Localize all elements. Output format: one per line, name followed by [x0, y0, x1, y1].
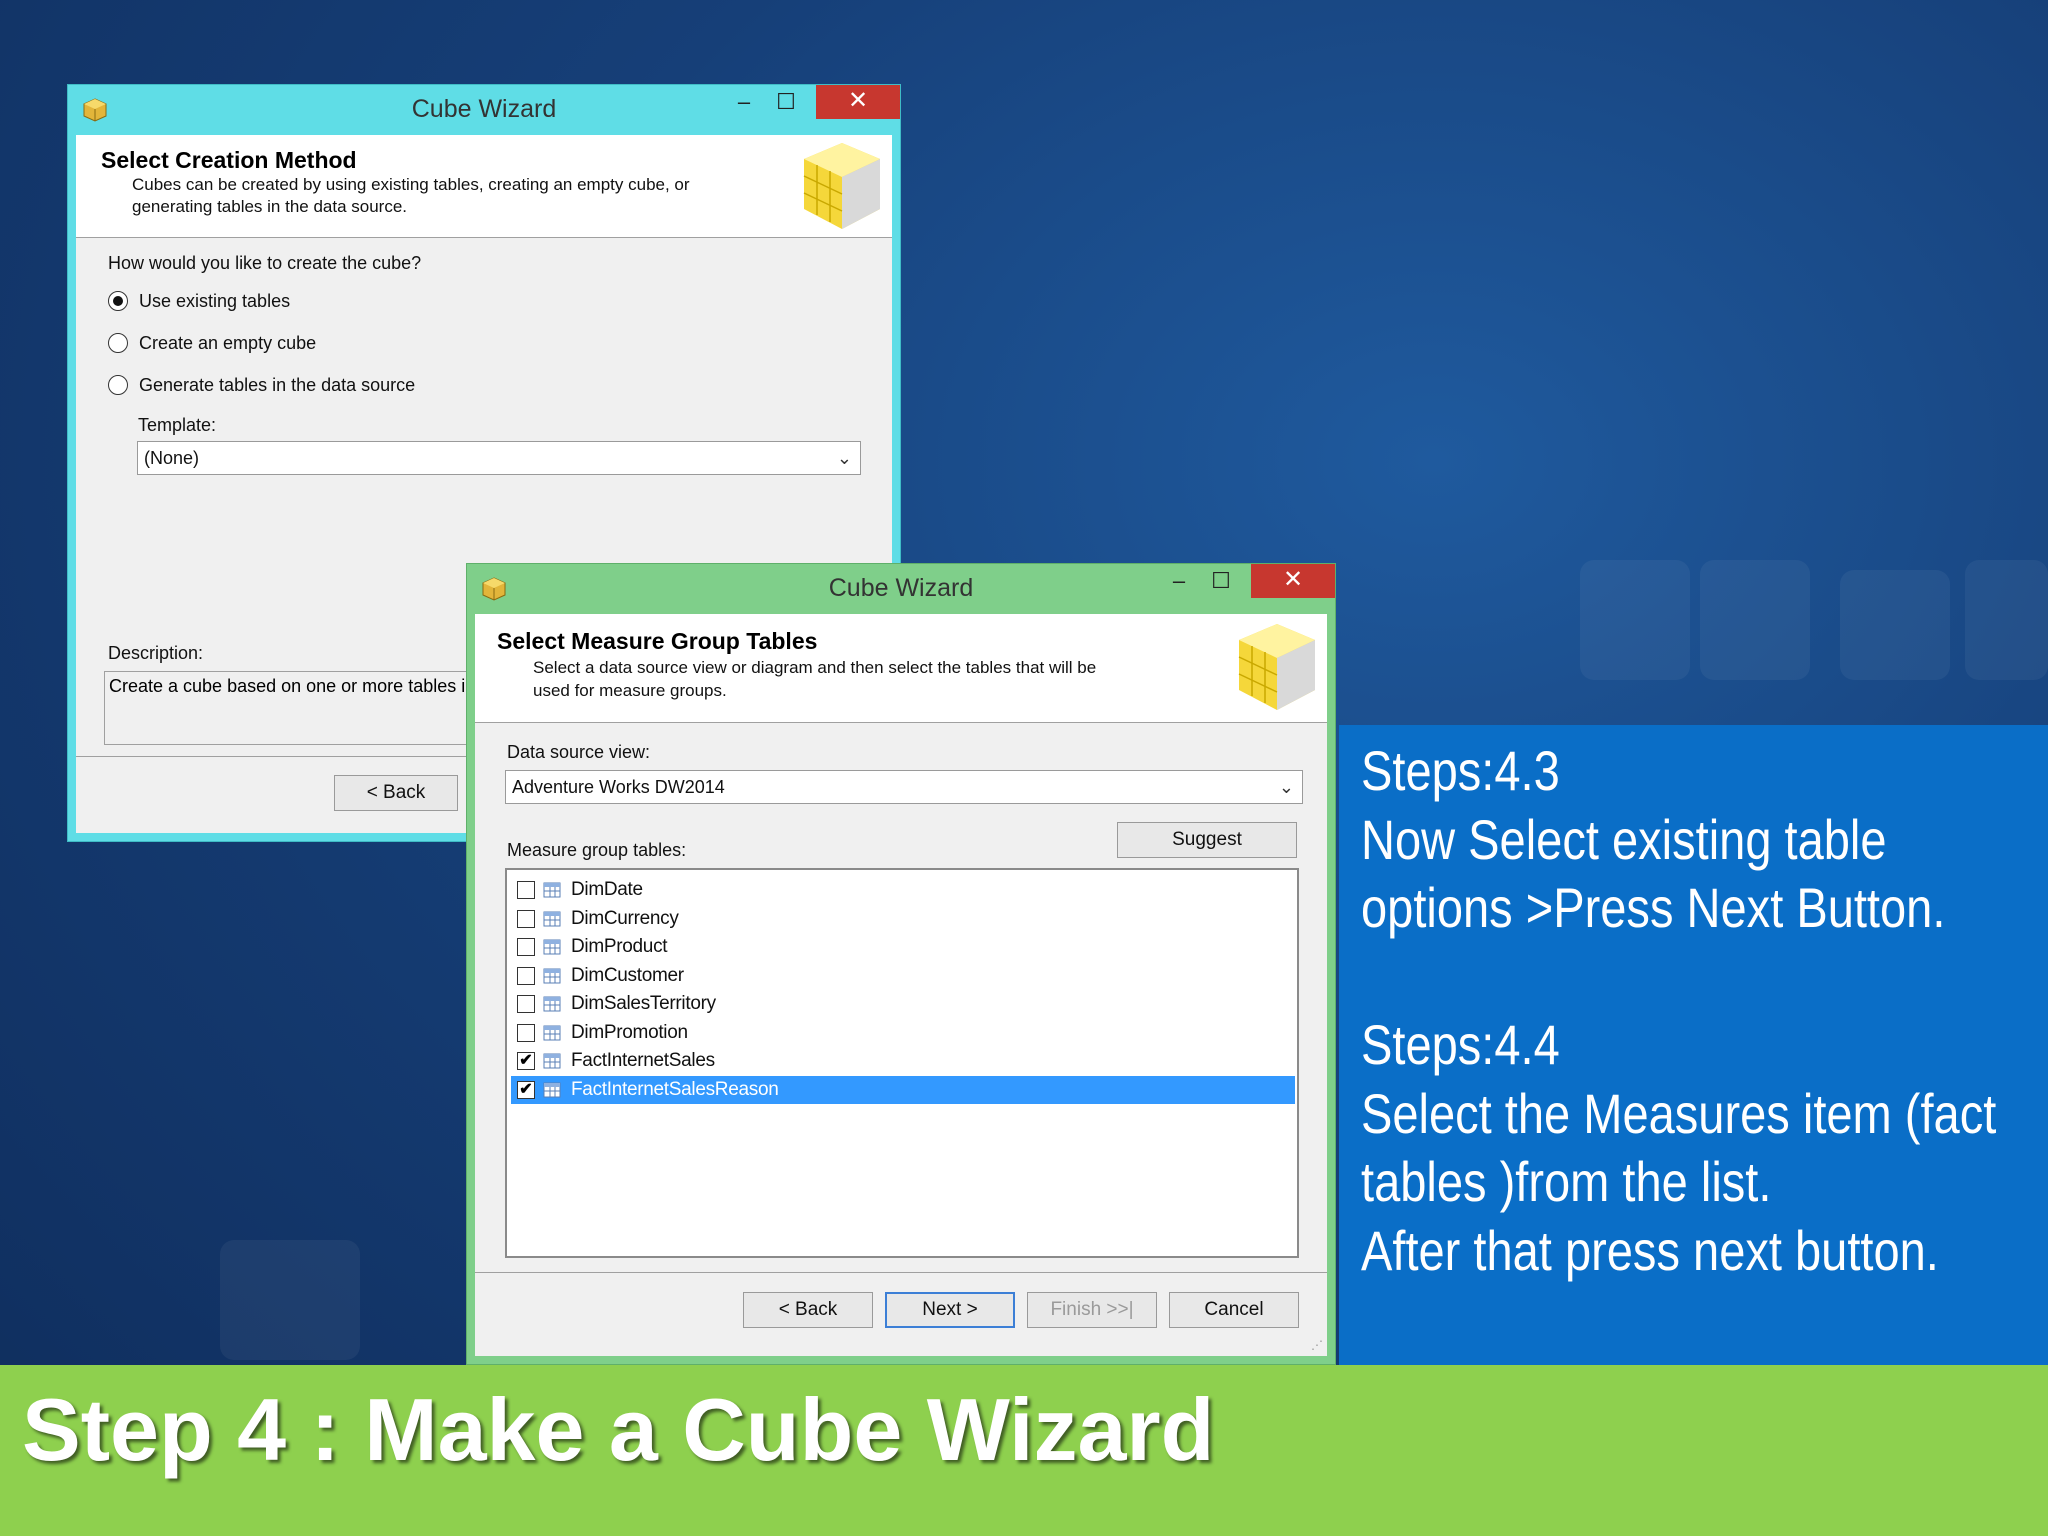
- instruction-line: Select the Measures item (fact: [1361, 1081, 1997, 1145]
- table-name: DimProduct: [571, 936, 668, 957]
- cube-wizard-window-measure-group-tables: Cube Wizard – ☐ ✕ Select Measure Group T…: [466, 563, 1336, 1365]
- table-checkbox[interactable]: [517, 909, 535, 928]
- instruction-line: Steps:4.3: [1361, 739, 1560, 802]
- instruction-line: options >Press Next Button.: [1361, 876, 1946, 939]
- creation-question-label: How would you like to create the cube?: [108, 253, 422, 273]
- resize-grip-icon[interactable]: ⋰: [1311, 1338, 1323, 1352]
- table-icon: [543, 911, 561, 926]
- background-decoration: [1580, 560, 1690, 680]
- table-row[interactable]: DimCustomer: [511, 962, 1295, 990]
- background-decoration: [1700, 560, 1810, 680]
- maximize-button[interactable]: ☐: [1199, 564, 1243, 598]
- table-row[interactable]: DimCurrency: [511, 905, 1295, 933]
- table-name: DimSalesTerritory: [571, 993, 716, 1014]
- table-name: DimCurrency: [571, 907, 679, 929]
- slide-title-bar: Step 4 : Make a Cube Wizard: [0, 1365, 2048, 1536]
- data-source-view-value: Adventure Works DW2014: [512, 777, 725, 797]
- data-source-view-dropdown[interactable]: Adventure Works DW2014 ⌄: [505, 770, 1303, 804]
- close-button[interactable]: ✕: [816, 85, 900, 119]
- measure-group-tables-list[interactable]: DimDate DimCurrency DimProduct DimCustomer D…: [505, 868, 1299, 1258]
- table-name: DimCustomer: [571, 964, 684, 986]
- background-decoration: [1840, 570, 1950, 680]
- table-name: FactInternetSalesReason: [571, 1078, 779, 1100]
- table-checkbox[interactable]: [517, 995, 535, 1013]
- instruction-panel: Steps:4.3 Now Select existing table option…: [1339, 725, 2048, 1365]
- table-icon: [543, 1082, 561, 1097]
- back-button[interactable]: < Back: [743, 1292, 873, 1328]
- measure-group-tables-label: Measure group tables:: [507, 840, 687, 860]
- page-subtitle-line-1: Select a data source view or diagram and…: [533, 658, 1097, 677]
- radio-create-empty-cube[interactable]: [108, 333, 128, 353]
- next-button[interactable]: Next >: [885, 1292, 1015, 1328]
- finish-button[interactable]: Finish >>|: [1027, 1292, 1157, 1328]
- table-checkbox[interactable]: [517, 938, 535, 956]
- chevron-down-icon: ⌄: [1278, 777, 1294, 797]
- table-icon: [543, 1053, 561, 1069]
- table-checkbox[interactable]: ✔: [517, 1052, 535, 1070]
- background-decoration: [1965, 560, 2048, 680]
- page-title: Select Measure Group Tables: [497, 628, 818, 654]
- template-dropdown-value: (None): [144, 448, 200, 468]
- table-name: DimPromotion: [571, 1021, 688, 1043]
- background-decoration: [220, 1240, 360, 1360]
- minimize-button[interactable]: –: [722, 85, 766, 119]
- table-icon: [543, 882, 561, 898]
- slide-title: Step 4 : Make a Cube Wizard: [22, 1380, 1215, 1479]
- table-name: DimDate: [571, 879, 643, 900]
- cancel-button[interactable]: Cancel: [1169, 1292, 1299, 1328]
- footer-separator: [475, 1272, 1327, 1273]
- table-row[interactable]: DimDate: [511, 876, 1295, 904]
- template-label: Template:: [138, 415, 217, 435]
- page-title: Select Creation Method: [101, 147, 357, 173]
- table-checkbox[interactable]: [517, 1023, 535, 1042]
- maximize-button[interactable]: ☐: [764, 85, 808, 119]
- title-bar: Cube Wizard – ☐ ✕: [467, 564, 1335, 614]
- radio-label-create-empty-cube[interactable]: Create an empty cube: [139, 333, 316, 354]
- table-name: FactInternetSales: [571, 1050, 715, 1071]
- cube-graphic-icon: [1238, 624, 1315, 710]
- instruction-line: tables )from the list.: [1361, 1150, 1772, 1213]
- radio-use-existing-tables[interactable]: [108, 291, 128, 311]
- page-subtitle-line-1: Cubes can be created by using existing t…: [132, 175, 690, 194]
- minimize-button[interactable]: –: [1157, 564, 1201, 598]
- description-label: Description:: [108, 643, 204, 663]
- table-checkbox[interactable]: [517, 966, 535, 985]
- table-icon: [543, 996, 561, 1012]
- table-row[interactable]: ✔ FactInternetSales: [511, 1047, 1295, 1075]
- instruction-line: Now Select existing table: [1361, 807, 1887, 871]
- table-icon: [543, 1025, 561, 1040]
- table-icon: [543, 939, 561, 955]
- description-text: Create a cube based on one or more table…: [109, 676, 476, 696]
- instruction-line: After that press next button.: [1361, 1218, 1939, 1282]
- table-checkbox[interactable]: [517, 881, 535, 899]
- cube-graphic-icon: [803, 143, 880, 229]
- table-row[interactable]: ✔ FactInternetSalesReason: [511, 1075, 1295, 1104]
- wizard-header: Select Measure Group Tables Select a dat…: [475, 614, 1327, 723]
- radio-label-generate-tables[interactable]: Generate tables in the data source: [139, 375, 415, 396]
- table-row[interactable]: DimSalesTerritory: [511, 990, 1295, 1018]
- instruction-line: Steps:4.4: [1361, 1013, 1560, 1076]
- table-row[interactable]: DimProduct: [511, 933, 1295, 961]
- data-source-view-label: Data source view:: [507, 742, 651, 762]
- table-checkbox[interactable]: ✔: [517, 1080, 535, 1099]
- title-bar: Cube Wizard – ☐ ✕: [68, 85, 900, 135]
- table-row[interactable]: DimPromotion: [511, 1019, 1295, 1047]
- wizard-client-area: Select Measure Group Tables Select a dat…: [475, 614, 1327, 1356]
- template-dropdown[interactable]: (None) ⌄: [137, 441, 861, 475]
- page-subtitle-line-2: used for measure groups.: [533, 681, 727, 700]
- table-icon: [543, 968, 561, 983]
- chevron-down-icon: ⌄: [836, 448, 852, 468]
- wizard-header: Select Creation Method Cubes can be crea…: [76, 135, 892, 238]
- radio-selected-dot: [113, 296, 123, 306]
- page-subtitle-line-2: generating tables in the data source.: [132, 197, 408, 216]
- radio-generate-tables[interactable]: [108, 375, 128, 395]
- close-button[interactable]: ✕: [1251, 564, 1335, 598]
- back-button[interactable]: < Back: [334, 775, 458, 811]
- suggest-button[interactable]: Suggest: [1117, 822, 1297, 858]
- radio-label-use-existing-tables[interactable]: Use existing tables: [139, 291, 290, 312]
